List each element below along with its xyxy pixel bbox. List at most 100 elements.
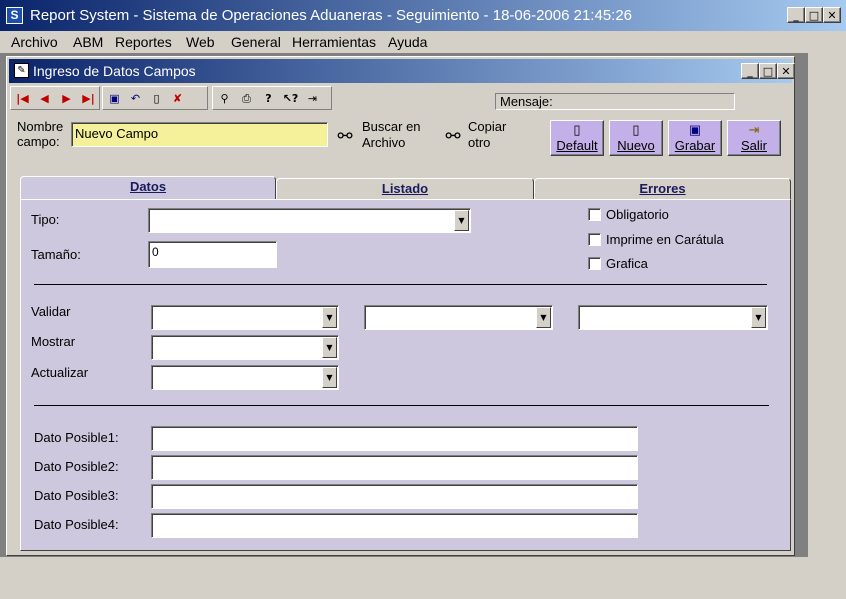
edit-toolbar-group: ▣ ↶ ▯ ✘: [102, 86, 208, 110]
buscar-label-line1[interactable]: Buscar en: [362, 119, 421, 134]
menu-bar: Archivo ABM Reportes Web General Herrami…: [0, 31, 846, 53]
datos-tab-panel: Tipo: ▼ Tamaño: 0 Obligatorio Imprime en…: [20, 199, 791, 551]
menu-web[interactable]: Web: [186, 34, 215, 50]
dato-posible2-label: Dato Posible2:: [34, 459, 119, 474]
mostrar-label: Mostrar: [31, 334, 76, 349]
last-record-icon[interactable]: ▶|: [78, 89, 99, 108]
print-icon[interactable]: ⎙: [236, 89, 257, 108]
exit-door-icon: ⇥: [748, 122, 760, 137]
new-document-icon: ▯: [632, 122, 640, 137]
grafica-checkbox[interactable]: [588, 257, 601, 270]
default-button[interactable]: ▯ Default: [550, 120, 604, 156]
tab-listado[interactable]: Listado: [276, 178, 534, 199]
exit-door-icon[interactable]: ⇥: [302, 89, 323, 108]
tamano-input[interactable]: 0: [148, 241, 277, 268]
copiar-label-line1[interactable]: Copiar: [468, 119, 506, 134]
child-close-button[interactable]: ✕: [777, 63, 795, 79]
chevron-down-icon[interactable]: ▼: [536, 307, 551, 328]
app-title: Report System - Sistema de Operaciones A…: [30, 7, 633, 24]
status-area: [0, 556, 808, 599]
context-help-icon[interactable]: ↖?: [280, 89, 301, 108]
dato-posible4-input[interactable]: [151, 513, 638, 538]
child-title-bar[interactable]: ✎ Ingreso de Datos Campos _ □ ✕: [9, 59, 795, 83]
nuevo-button[interactable]: ▯ Nuevo: [609, 120, 663, 156]
obligatorio-checkbox[interactable]: [588, 208, 601, 221]
dato-posible4-label: Dato Posible4:: [34, 517, 119, 532]
next-record-icon[interactable]: ▶: [56, 89, 77, 108]
tipo-label: Tipo:: [31, 212, 60, 227]
grafica-label: Grafica: [606, 256, 648, 271]
copiar-label-line2[interactable]: otro: [468, 135, 490, 150]
mostrar-select[interactable]: ▼: [151, 335, 339, 360]
default-button-label: Default: [556, 138, 598, 153]
nombre-campo-input[interactable]: Nuevo Campo: [71, 122, 328, 147]
tipo-select[interactable]: ▼: [148, 208, 471, 233]
app-icon[interactable]: S: [6, 7, 23, 24]
dato-posible3-label: Dato Posible3:: [34, 488, 119, 503]
menu-archivo[interactable]: Archivo: [11, 34, 58, 50]
menu-abm[interactable]: ABM: [73, 34, 103, 50]
tab-datos[interactable]: Datos: [20, 176, 276, 199]
nuevo-button-label: Nuevo: [617, 138, 655, 153]
imprime-checkbox[interactable]: [588, 233, 601, 246]
obligatorio-label: Obligatorio: [606, 207, 669, 222]
floppy-icon: ▣: [688, 122, 702, 137]
app-title-bar[interactable]: S Report System - Sistema de Operaciones…: [0, 0, 846, 31]
grabar-button[interactable]: ▣ Grabar: [668, 120, 722, 156]
menu-general[interactable]: General: [231, 34, 281, 50]
delete-icon[interactable]: ✘: [167, 89, 188, 108]
divider: [34, 405, 769, 406]
child-window: ✎ Ingreso de Datos Campos _ □ ✕ |◀ ◀ ▶ ▶…: [6, 56, 795, 556]
dato-posible2-input[interactable]: [151, 455, 638, 480]
chevron-down-icon[interactable]: ▼: [322, 367, 337, 388]
form-icon[interactable]: ✎: [14, 63, 29, 78]
divider: [34, 284, 767, 285]
chevron-down-icon[interactable]: ▼: [322, 337, 337, 358]
prev-record-icon[interactable]: ◀: [34, 89, 55, 108]
message-box: Mensaje:: [495, 93, 735, 110]
tab-datos-label: Datos: [129, 179, 167, 194]
validar-label: Validar: [31, 304, 71, 319]
dato-posible3-input[interactable]: [151, 484, 638, 509]
close-button[interactable]: ✕: [823, 7, 841, 23]
validar-select-3[interactable]: ▼: [578, 305, 768, 330]
chevron-down-icon[interactable]: ▼: [454, 210, 469, 231]
menu-reportes[interactable]: Reportes: [115, 34, 172, 50]
salir-button[interactable]: ⇥ Salir: [727, 120, 781, 156]
grabar-button-label: Grabar: [674, 138, 716, 153]
actualizar-select[interactable]: ▼: [151, 365, 339, 390]
first-record-icon[interactable]: |◀: [12, 89, 33, 108]
copy-binoculars-icon[interactable]: ⚯: [441, 124, 465, 148]
maximize-button[interactable]: □: [805, 7, 823, 23]
document-icon: ▯: [573, 122, 581, 137]
menu-ayuda[interactable]: Ayuda: [388, 34, 427, 50]
child-minimize-button[interactable]: _: [741, 63, 759, 79]
imprime-label: Imprime en Carátula: [606, 232, 724, 247]
binoculars-icon[interactable]: ⚯: [333, 124, 357, 148]
new-document-icon[interactable]: ▯: [146, 89, 167, 108]
nav-toolbar-group: |◀ ◀ ▶ ▶|: [10, 86, 100, 110]
undo-icon[interactable]: ↶: [125, 89, 146, 108]
chevron-down-icon[interactable]: ▼: [322, 307, 337, 328]
chevron-down-icon[interactable]: ▼: [751, 307, 766, 328]
tab-errores[interactable]: Errores: [534, 178, 791, 199]
find-binoculars-icon[interactable]: ⚲: [214, 89, 235, 108]
tools-toolbar-group: ⚲ ⎙ ? ↖? ⇥: [212, 86, 332, 110]
child-title: Ingreso de Datos Campos: [33, 63, 196, 79]
dato-posible1-label: Dato Posible1:: [34, 430, 119, 445]
tab-errores-label: Errores: [639, 181, 686, 196]
nombre-label-line2: campo:: [17, 134, 60, 149]
child-maximize-button[interactable]: □: [759, 63, 777, 79]
salir-button-label: Salir: [740, 138, 767, 153]
menu-herramientas[interactable]: Herramientas: [292, 34, 376, 50]
dato-posible1-input[interactable]: [151, 426, 638, 451]
tab-listado-label: Listado: [381, 181, 429, 196]
save-icon[interactable]: ▣: [104, 89, 125, 108]
help-icon[interactable]: ?: [258, 89, 279, 108]
validar-select-2[interactable]: ▼: [364, 305, 553, 330]
validar-select-1[interactable]: ▼: [151, 305, 339, 330]
minimize-button[interactable]: _: [787, 7, 805, 23]
nombre-label-line1: Nombre: [17, 119, 64, 134]
tamano-label: Tamaño:: [31, 247, 81, 262]
buscar-label-line2[interactable]: Archivo: [362, 135, 405, 150]
